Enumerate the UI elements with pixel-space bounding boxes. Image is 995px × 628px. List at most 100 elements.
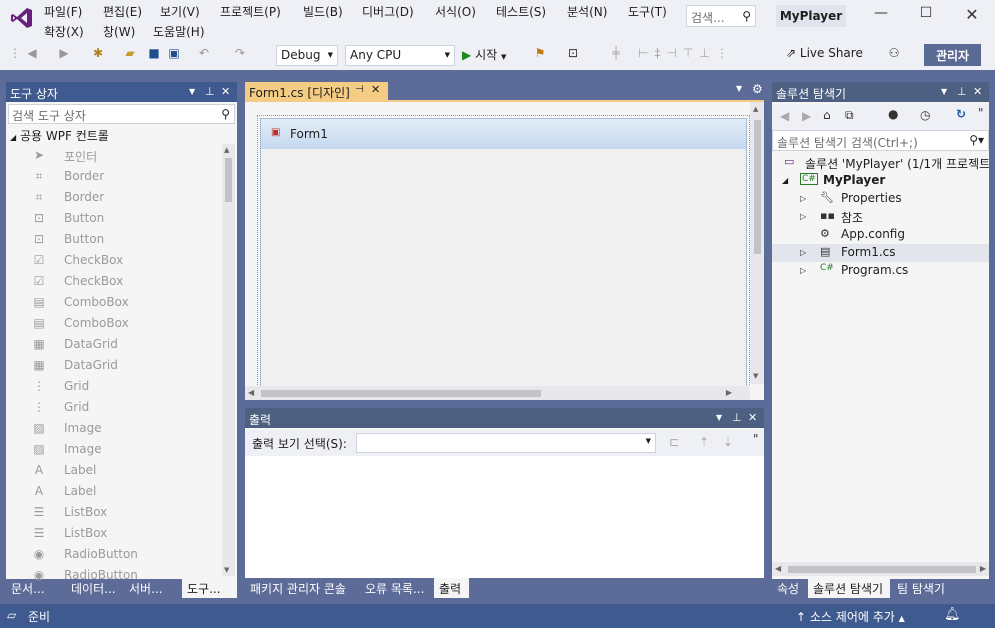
expand-icon[interactable]: ▷ [800,194,806,203]
source-control-button[interactable]: ↑ 소스 제어에 추가 ▲ [796,608,905,625]
browser-link-icon[interactable]: ⚑ [532,46,548,64]
output-tab-2[interactable]: 출력 [434,578,469,598]
dropdown-icon[interactable]: ▼ [941,87,947,96]
refresh-icon[interactable]: ↻ [956,107,966,121]
redo-icon[interactable]: ↷ [232,46,248,64]
next-message-icon[interactable]: ⇣ [723,435,733,449]
tree-node-program[interactable]: ▷ C# Program.cs [772,262,989,280]
layout-toolbar-icon[interactable]: ⊡ [562,46,584,64]
new-project-icon[interactable]: ✱ [90,46,106,64]
tree-node-form1[interactable]: ▷ ▤ Form1.cs [772,244,989,262]
notifications-icon[interactable]: 🔔︎ [944,607,961,622]
menu-1[interactable]: 편집(E) [103,3,142,20]
save-icon[interactable]: ■ [146,46,162,64]
pin-icon[interactable]: ⊥ [732,411,742,424]
menu-8[interactable]: 분석(N) [567,3,607,20]
solution-tab-0[interactable]: 속성 [772,578,806,598]
feedback-icon[interactable]: ⚇ [886,46,902,64]
tree-node-appconfig[interactable]: ⚙ App.config [772,226,989,244]
solution-tab-2[interactable]: 팀 탐색기 [892,578,960,598]
toolbox-group-header[interactable]: ◢ 공용 WPF 컨트롤 [10,127,109,145]
close-button[interactable]: ✕ [957,5,987,27]
tree-solution-root[interactable]: ▭ 솔루션 'MyPlayer' (1/1개 프로젝트 [772,154,989,172]
scroll-up-icon[interactable]: ▲ [753,105,758,113]
tree-node-properties[interactable]: ▷ 🔧︎ Properties [772,190,989,208]
pin-icon[interactable]: ⊥ [205,85,215,98]
toolbox-tab-1[interactable]: 데이터... [66,578,122,598]
toolbox-scrollbar[interactable]: ▲ ▼ [222,144,235,576]
close-icon[interactable]: ✕ [973,85,982,98]
dropdown-icon[interactable]: ▼ [716,413,722,422]
scroll-down-icon[interactable]: ▼ [224,566,229,574]
solution-search-input[interactable]: 솔루션 탐색기 검색(Ctrl+;) ⚲▾ [772,130,989,151]
scroll-up-icon[interactable]: ▲ [224,146,229,154]
scroll-thumb[interactable] [225,158,232,202]
switch-views-icon[interactable]: ⧉ [845,108,854,123]
scroll-right-icon[interactable]: ▶ [726,388,732,397]
output-tab-0[interactable]: 패키지 관리자 콘솔 [245,578,358,598]
toolbox-tab-2[interactable]: 서버... [124,578,180,598]
menu-7[interactable]: 테스트(S) [496,3,546,20]
globe-icon[interactable]: ● [888,107,898,121]
menu-9[interactable]: 도구(T) [628,3,667,20]
solution-hscroll[interactable]: ◀ ▶ [772,562,989,576]
close-icon[interactable]: ✕ [748,411,757,424]
undo-icon[interactable]: ↶ [196,46,212,64]
scroll-left-icon[interactable]: ◀ [775,564,781,573]
admin-badge[interactable]: 관리자 [924,44,981,66]
designer-hscroll[interactable]: ◀ ▶ [245,386,750,400]
output-text-area[interactable] [245,456,764,578]
menu-6[interactable]: 서식(O) [435,3,476,20]
toolbox-tab-0[interactable]: 문서... [6,578,64,598]
find-message-icon[interactable]: ⊏ [669,435,679,449]
align-grid-icon[interactable]: ╪ [608,46,624,64]
expand-icon[interactable]: ▷ [800,248,806,257]
save-all-icon[interactable]: ▣ [166,46,182,64]
scroll-left-icon[interactable]: ◀ [248,388,254,397]
overflow-icon[interactable]: " [978,106,984,120]
scroll-thumb[interactable] [788,566,976,573]
menu-4[interactable]: 빌드(B) [303,3,343,20]
menu-2[interactable]: 보기(V) [160,3,200,20]
configuration-dropdown[interactable]: Debug ▼ [276,45,338,66]
tab-overflow-icon[interactable]: ▼ [736,84,742,93]
gear-icon[interactable]: ⚙ [752,82,763,96]
menu-3[interactable]: 프로젝트(P) [220,3,281,20]
platform-dropdown[interactable]: Any CPU ▼ [345,45,455,66]
back-icon[interactable]: ◀ [24,46,40,64]
pin-icon[interactable]: ⊣ [355,84,364,95]
home-icon[interactable]: ⌂ [823,108,831,122]
start-button[interactable]: ▶ 시작 ▼ [462,46,522,64]
tree-project[interactable]: ◢ C# MyPlayer [772,172,989,190]
prev-message-icon[interactable]: ⇡ [699,435,709,449]
minimize-button[interactable]: — [866,5,896,27]
collapse-icon[interactable]: ◢ [782,176,788,185]
form-window[interactable]: ▣ Form1 [260,118,747,390]
designer-vscroll[interactable]: ▲ ▼ [750,102,764,384]
back-icon[interactable]: ◀ [780,109,789,123]
tab-form1-design[interactable]: Form1.cs [디자인] ⊣ ✕ [245,82,388,101]
expand-icon[interactable]: ▷ [800,266,806,275]
forward-icon[interactable]: ▶ [802,109,811,123]
close-icon[interactable]: ✕ [221,85,230,98]
scroll-thumb[interactable] [754,120,761,254]
scroll-right-icon[interactable]: ▶ [980,564,986,573]
menu-5[interactable]: 디버그(D) [362,3,414,20]
menu-row2-2[interactable]: 도움말(H) [153,23,205,40]
toolbox-tab-3[interactable]: 도구... [182,578,237,598]
menu-row2-1[interactable]: 창(W) [103,23,135,40]
maximize-button[interactable]: ☐ [911,5,941,27]
scroll-down-icon[interactable]: ▼ [753,372,758,380]
alignment-tools[interactable]: ⊢‡⊣⊤⊥⋮ [638,46,748,64]
open-file-icon[interactable]: ▰ [122,46,138,64]
output-source-dropdown[interactable]: ▼ [356,433,656,453]
live-share-button[interactable]: ⇗ Live Share [786,46,866,64]
solution-tab-1[interactable]: 솔루션 탐색기 [808,578,890,598]
tree-node-references[interactable]: ▷ ▪▪ 참조 [772,208,989,226]
forward-icon[interactable]: ▶ [56,46,72,64]
menu-0[interactable]: 파일(F) [44,3,82,20]
scroll-thumb[interactable] [261,390,541,397]
close-icon[interactable]: ✕ [371,83,380,96]
toolbox-search-input[interactable]: 검색 도구 상자 ⚲ [8,104,235,124]
pending-changes-icon[interactable]: ◷ [920,108,930,122]
